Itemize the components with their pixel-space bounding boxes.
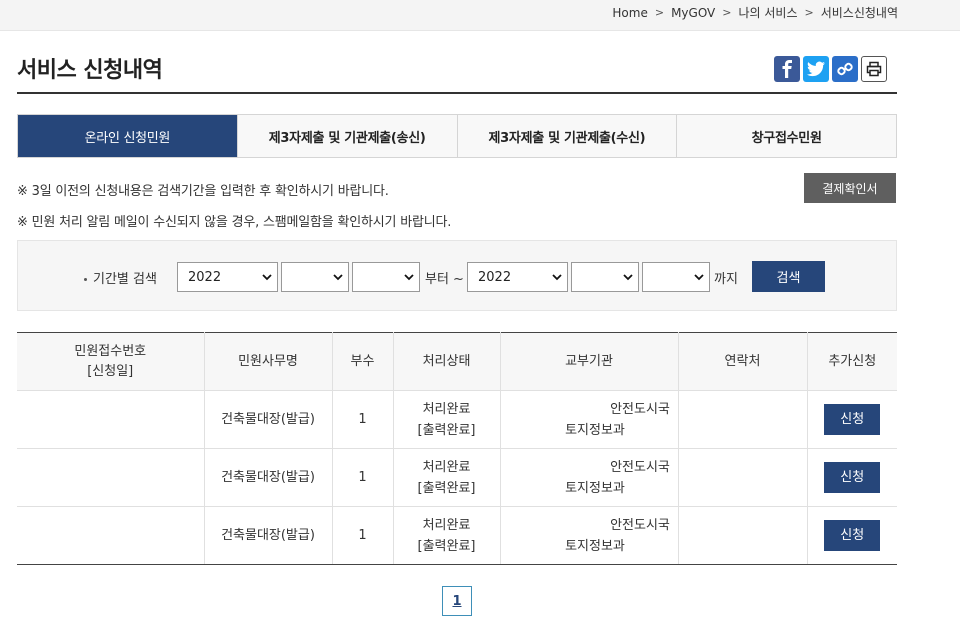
header-contact: 연락처	[677, 332, 807, 391]
chevron-down-icon	[404, 274, 414, 281]
facebook-icon[interactable]	[774, 56, 800, 82]
from-suffix: 부터 ~	[425, 272, 464, 287]
chevron-down-icon	[333, 274, 343, 281]
header-extra: 추가신청	[806, 332, 897, 391]
tab-bar: 온라인 신청민원 제3자제출 및 기관제출(송신) 제3자제출 및 기관제출(수…	[17, 114, 897, 158]
chevron-down-icon	[262, 274, 272, 281]
title-divider	[17, 92, 897, 94]
cell-status: 처리완료 [출력완료]	[392, 448, 500, 507]
cell-contact	[677, 448, 807, 507]
search-label: 기간별 검색	[84, 268, 157, 287]
to-day-select[interactable]	[642, 262, 710, 292]
breadcrumb-home[interactable]: Home	[612, 6, 647, 20]
print-icon[interactable]	[861, 56, 887, 82]
search-button[interactable]: 검색	[752, 261, 825, 292]
cell-status: 처리완료 [출력완료]	[392, 390, 500, 449]
cell-receipt	[17, 390, 204, 449]
cell-receipt	[17, 448, 204, 507]
table-row: 건축물대장(발급) 1 처리완료 [출력완료] 안전도시국 토지정보과 신청	[17, 448, 897, 507]
notice-spam-mail: ※ 민원 처리 알림 메일이 수신되지 않을 경우, 스팸메일함을 확인하시기 …	[17, 215, 452, 230]
cell-service: 건축물대장(발급)	[203, 390, 332, 449]
breadcrumb-mygov[interactable]: MyGOV	[671, 6, 715, 20]
cell-agency: 안전도시국 토지정보과	[499, 390, 678, 449]
cell-copies: 1	[331, 390, 393, 449]
cell-contact	[677, 390, 807, 449]
cell-extra: 신청	[806, 390, 897, 449]
to-suffix: 까지	[714, 272, 738, 287]
header-copies: 부수	[331, 332, 393, 391]
breadcrumb-my-service[interactable]: 나의 서비스	[738, 4, 797, 21]
cell-agency: 안전도시국 토지정보과	[499, 506, 678, 565]
breadcrumb-current: 서비스신청내역	[820, 6, 898, 20]
results-table: 민원접수번호 [신청일] 민원사무명 부수 처리상태 교부기관 연락처 추가신청 …	[17, 332, 897, 565]
apply-button[interactable]: 신청	[824, 520, 881, 551]
cell-copies: 1	[331, 448, 393, 507]
header-agency: 교부기관	[499, 332, 678, 391]
bullet-icon	[84, 278, 87, 281]
cell-copies: 1	[331, 506, 393, 565]
header-receipt-no: 민원접수번호 [신청일]	[17, 332, 204, 391]
apply-button[interactable]: 신청	[824, 462, 881, 493]
to-year-select[interactable]: 2022	[467, 262, 568, 292]
search-label-text: 기간별 검색	[93, 272, 157, 287]
to-month-select[interactable]	[571, 262, 639, 292]
pagination-page-1[interactable]: 1	[442, 586, 472, 616]
cell-extra: 신청	[806, 506, 897, 565]
cell-receipt	[17, 506, 204, 565]
top-bar: Home > MyGOV > 나의 서비스 > 서비스신청내역	[0, 0, 960, 31]
breadcrumb: Home > MyGOV > 나의 서비스 > 서비스신청내역	[612, 4, 898, 21]
header-service: 민원사무명	[203, 332, 332, 391]
cell-contact	[677, 506, 807, 565]
from-day-select[interactable]	[352, 262, 420, 292]
link-icon[interactable]	[832, 56, 858, 82]
tab-online-application[interactable]: 온라인 신청민원	[18, 115, 237, 157]
header-status: 처리상태	[392, 332, 500, 391]
cell-agency: 안전도시국 토지정보과	[499, 448, 678, 507]
chevron-down-icon	[694, 274, 704, 281]
chevron-right-icon: >	[654, 6, 665, 19]
cell-status: 처리완료 [출력완료]	[392, 506, 500, 565]
from-year-select[interactable]: 2022	[177, 262, 278, 292]
table-row: 건축물대장(발급) 1 처리완료 [출력완료] 안전도시국 토지정보과 신청	[17, 390, 897, 449]
chevron-down-icon	[552, 274, 562, 281]
apply-button[interactable]: 신청	[824, 404, 881, 435]
from-year-value: 2022	[188, 269, 222, 285]
search-panel: 기간별 검색 2022 부터 ~ 2022 까지 검색	[17, 240, 897, 311]
page-title: 서비스 신청내역	[17, 58, 163, 83]
tab-third-party-sent[interactable]: 제3자제출 및 기관제출(송신)	[236, 115, 457, 157]
tab-counter-application[interactable]: 창구접수민원	[676, 115, 896, 157]
notice-search-period: ※ 3일 이전의 신청내용은 검색기간을 입력한 후 확인하시기 바랍니다.	[17, 184, 389, 199]
to-year-value: 2022	[478, 269, 512, 285]
from-month-select[interactable]	[281, 262, 349, 292]
table-row: 건축물대장(발급) 1 처리완료 [출력완료] 안전도시국 토지정보과 신청	[17, 506, 897, 565]
chevron-right-icon: >	[722, 6, 732, 19]
payment-confirmation-button[interactable]: 결제확인서	[804, 173, 896, 203]
table-header-row: 민원접수번호 [신청일] 민원사무명 부수 처리상태 교부기관 연락처 추가신청	[17, 332, 897, 391]
cell-service: 건축물대장(발급)	[203, 506, 332, 565]
chevron-down-icon	[623, 274, 633, 281]
cell-service: 건축물대장(발급)	[203, 448, 332, 507]
twitter-icon[interactable]	[803, 56, 829, 82]
share-toolbar	[774, 56, 887, 82]
tab-third-party-received[interactable]: 제3자제출 및 기관제출(수신)	[456, 115, 677, 157]
chevron-right-icon: >	[804, 6, 814, 19]
cell-extra: 신청	[806, 448, 897, 507]
